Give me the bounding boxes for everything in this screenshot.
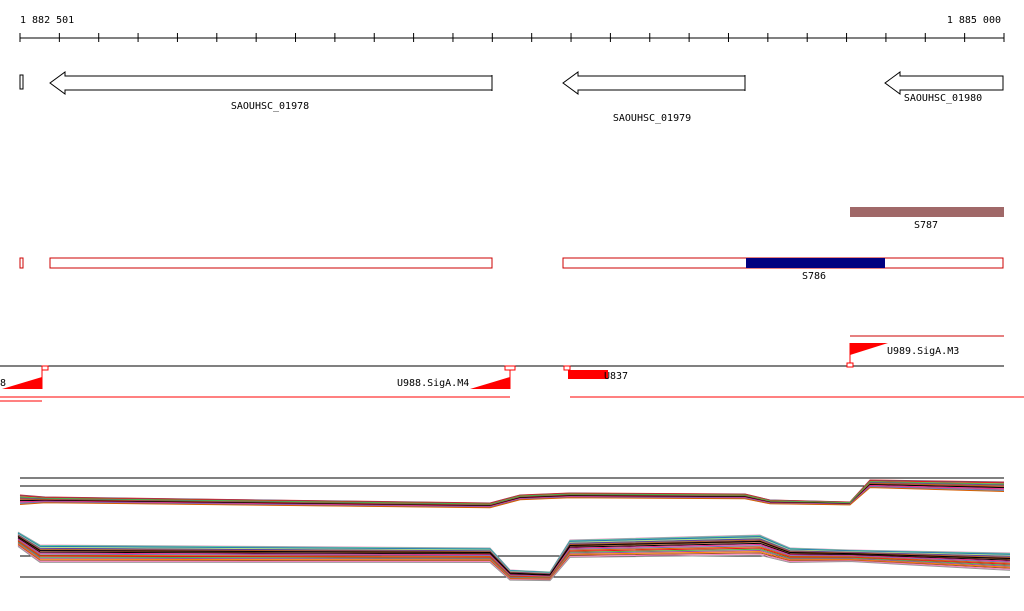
gene-arrow-saouhsc-01978[interactable] (49, 71, 493, 95)
gene-label-saouhsc-01980: SAOUHSC_01980 (904, 93, 982, 104)
signal-label-u837: U837 (604, 371, 628, 382)
segment-fragment[interactable] (19, 257, 24, 269)
signal-label-u988: U988.SigA.M4 (397, 378, 469, 389)
signal-flag-u989[interactable] (850, 343, 888, 355)
genome-browser: 1 882 501 1 885 000 SAOUHSC_01978 SAOUHS… (0, 15, 1024, 582)
signal-flag-u988[interactable] (470, 377, 510, 389)
feature-track: S787 S786 (19, 207, 1004, 282)
segment-outline-left[interactable] (49, 257, 493, 269)
ruler-start-label: 1 882 501 (20, 15, 74, 26)
gene-track: SAOUHSC_01978 SAOUHSC_01979 SAOUHSC_0198… (19, 71, 1004, 124)
feature-s787-label: S787 (914, 220, 938, 231)
feature-s787-bar[interactable] (850, 207, 1004, 217)
ruler-end-label: 1 885 000 (947, 15, 1001, 26)
feature-s786-bar[interactable] (746, 258, 885, 268)
gene-label-saouhsc-01978: SAOUHSC_01978 (231, 101, 309, 112)
coordinate-ruler: 1 882 501 1 885 000 (19, 15, 1005, 42)
signal-label-u989: U989.SigA.M3 (887, 346, 959, 357)
signal-flag-left[interactable] (2, 377, 42, 389)
gene-fragment[interactable] (19, 74, 24, 90)
signal-track: U989.SigA.M3 8 U988.SigA.M4 U837 (0, 335, 1024, 402)
signal-block-u837[interactable] (568, 370, 608, 379)
gene-arrow-saouhsc-01980[interactable] (884, 71, 1004, 95)
feature-s786-label: S786 (802, 271, 826, 282)
signal-label-edge: 8 (0, 378, 6, 389)
expression-profiles (17, 477, 1011, 582)
gene-arrow-saouhsc-01979[interactable] (562, 71, 746, 95)
gene-label-saouhsc-01979: SAOUHSC_01979 (613, 113, 691, 124)
